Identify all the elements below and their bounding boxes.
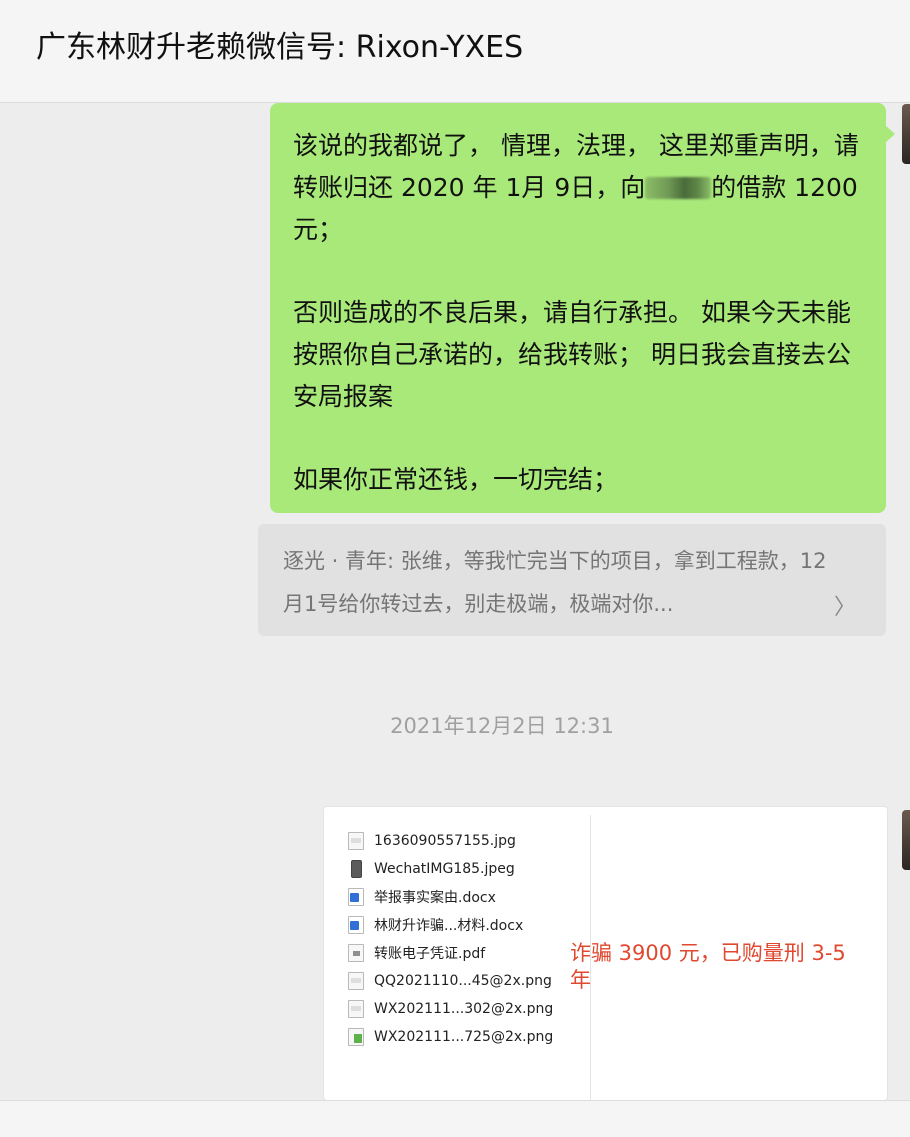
file-row[interactable]: WX202111...302@2x.png <box>348 995 553 1023</box>
message-timestamp: 2021年12月2日 12:31 <box>390 714 614 738</box>
chevron-right-icon: 〉 <box>833 595 856 620</box>
pdf-file-icon <box>348 944 364 962</box>
green-image-icon <box>348 1028 364 1046</box>
cropped-header-strip <box>324 807 887 813</box>
message-paragraph-1: 该说的我都说了， 情理，法理， 这里郑重声明，请转账归还 2020 年 1月 9… <box>293 131 859 244</box>
quoted-reply-text: 逐光 · 青年: 张维，等我忙完当下的项目，拿到工程款，12月1号给你转过去，别… <box>283 549 827 616</box>
quoted-reply[interactable]: 逐光 · 青年: 张维，等我忙完当下的项目，拿到工程款，12月1号给你转过去，别… <box>258 524 886 636</box>
image-message[interactable]: 1636090557155.jpg WechatIMG185.jpeg 举报事实案由… <box>323 806 888 1101</box>
file-row[interactable]: WechatIMG185.jpeg <box>348 855 553 883</box>
outgoing-message-bubble[interactable]: 该说的我都说了， 情理，法理， 这里郑重声明，请转账归还 2020 年 1月 9… <box>270 103 895 513</box>
message-paragraph-3: 如果你正常还钱，一切完结； <box>293 465 619 494</box>
file-name: WX202111...302@2x.png <box>374 1001 554 1017</box>
file-name: 林财升诈骗...材料.docx <box>374 918 524 934</box>
file-name: 转账电子凭证.pdf <box>374 946 486 962</box>
message-paragraph-2: 否则造成的不良后果，请自行承担。 如果今天未能按照你自己承诺的，给我转账； 明日… <box>293 298 851 411</box>
file-name: QQ2021110...45@2x.png <box>374 973 552 989</box>
file-row[interactable]: 转账电子凭证.pdf <box>348 939 553 967</box>
file-row[interactable]: 举报事实案由.docx <box>348 883 553 911</box>
input-bar <box>0 1100 910 1137</box>
fraud-note: 诈骗 3900 元，已购量刑 3-5 年 <box>570 941 846 992</box>
file-row[interactable]: WX202111...725@2x.png <box>348 1023 553 1051</box>
bubble-tail <box>885 125 895 143</box>
file-name: WechatIMG185.jpeg <box>374 861 515 877</box>
file-list: 1636090557155.jpg WechatIMG185.jpeg 举报事实案由… <box>348 827 553 1051</box>
chat-header: 广东林财升老赖微信号: Rixon-YXES <box>0 0 910 103</box>
image-file-icon <box>348 1000 364 1018</box>
chat-title: 广东林财升老赖微信号: Rixon-YXES <box>36 30 524 65</box>
image-file-icon <box>348 832 364 850</box>
file-row[interactable]: 林财升诈骗...材料.docx <box>348 911 553 939</box>
file-row[interactable]: QQ2021110...45@2x.png <box>348 967 553 995</box>
phone-image-icon <box>351 860 362 878</box>
file-name: WX202111...725@2x.png <box>374 1029 554 1045</box>
file-name: 1636090557155.jpg <box>374 833 516 849</box>
my-avatar-2[interactable] <box>902 810 910 870</box>
my-avatar[interactable] <box>902 104 910 164</box>
redacted-name <box>645 177 712 199</box>
word-doc-icon <box>348 916 364 934</box>
word-doc-icon <box>348 888 364 906</box>
file-name: 举报事实案由.docx <box>374 890 496 906</box>
image-file-icon <box>348 972 364 990</box>
file-row[interactable]: 1636090557155.jpg <box>348 827 553 855</box>
